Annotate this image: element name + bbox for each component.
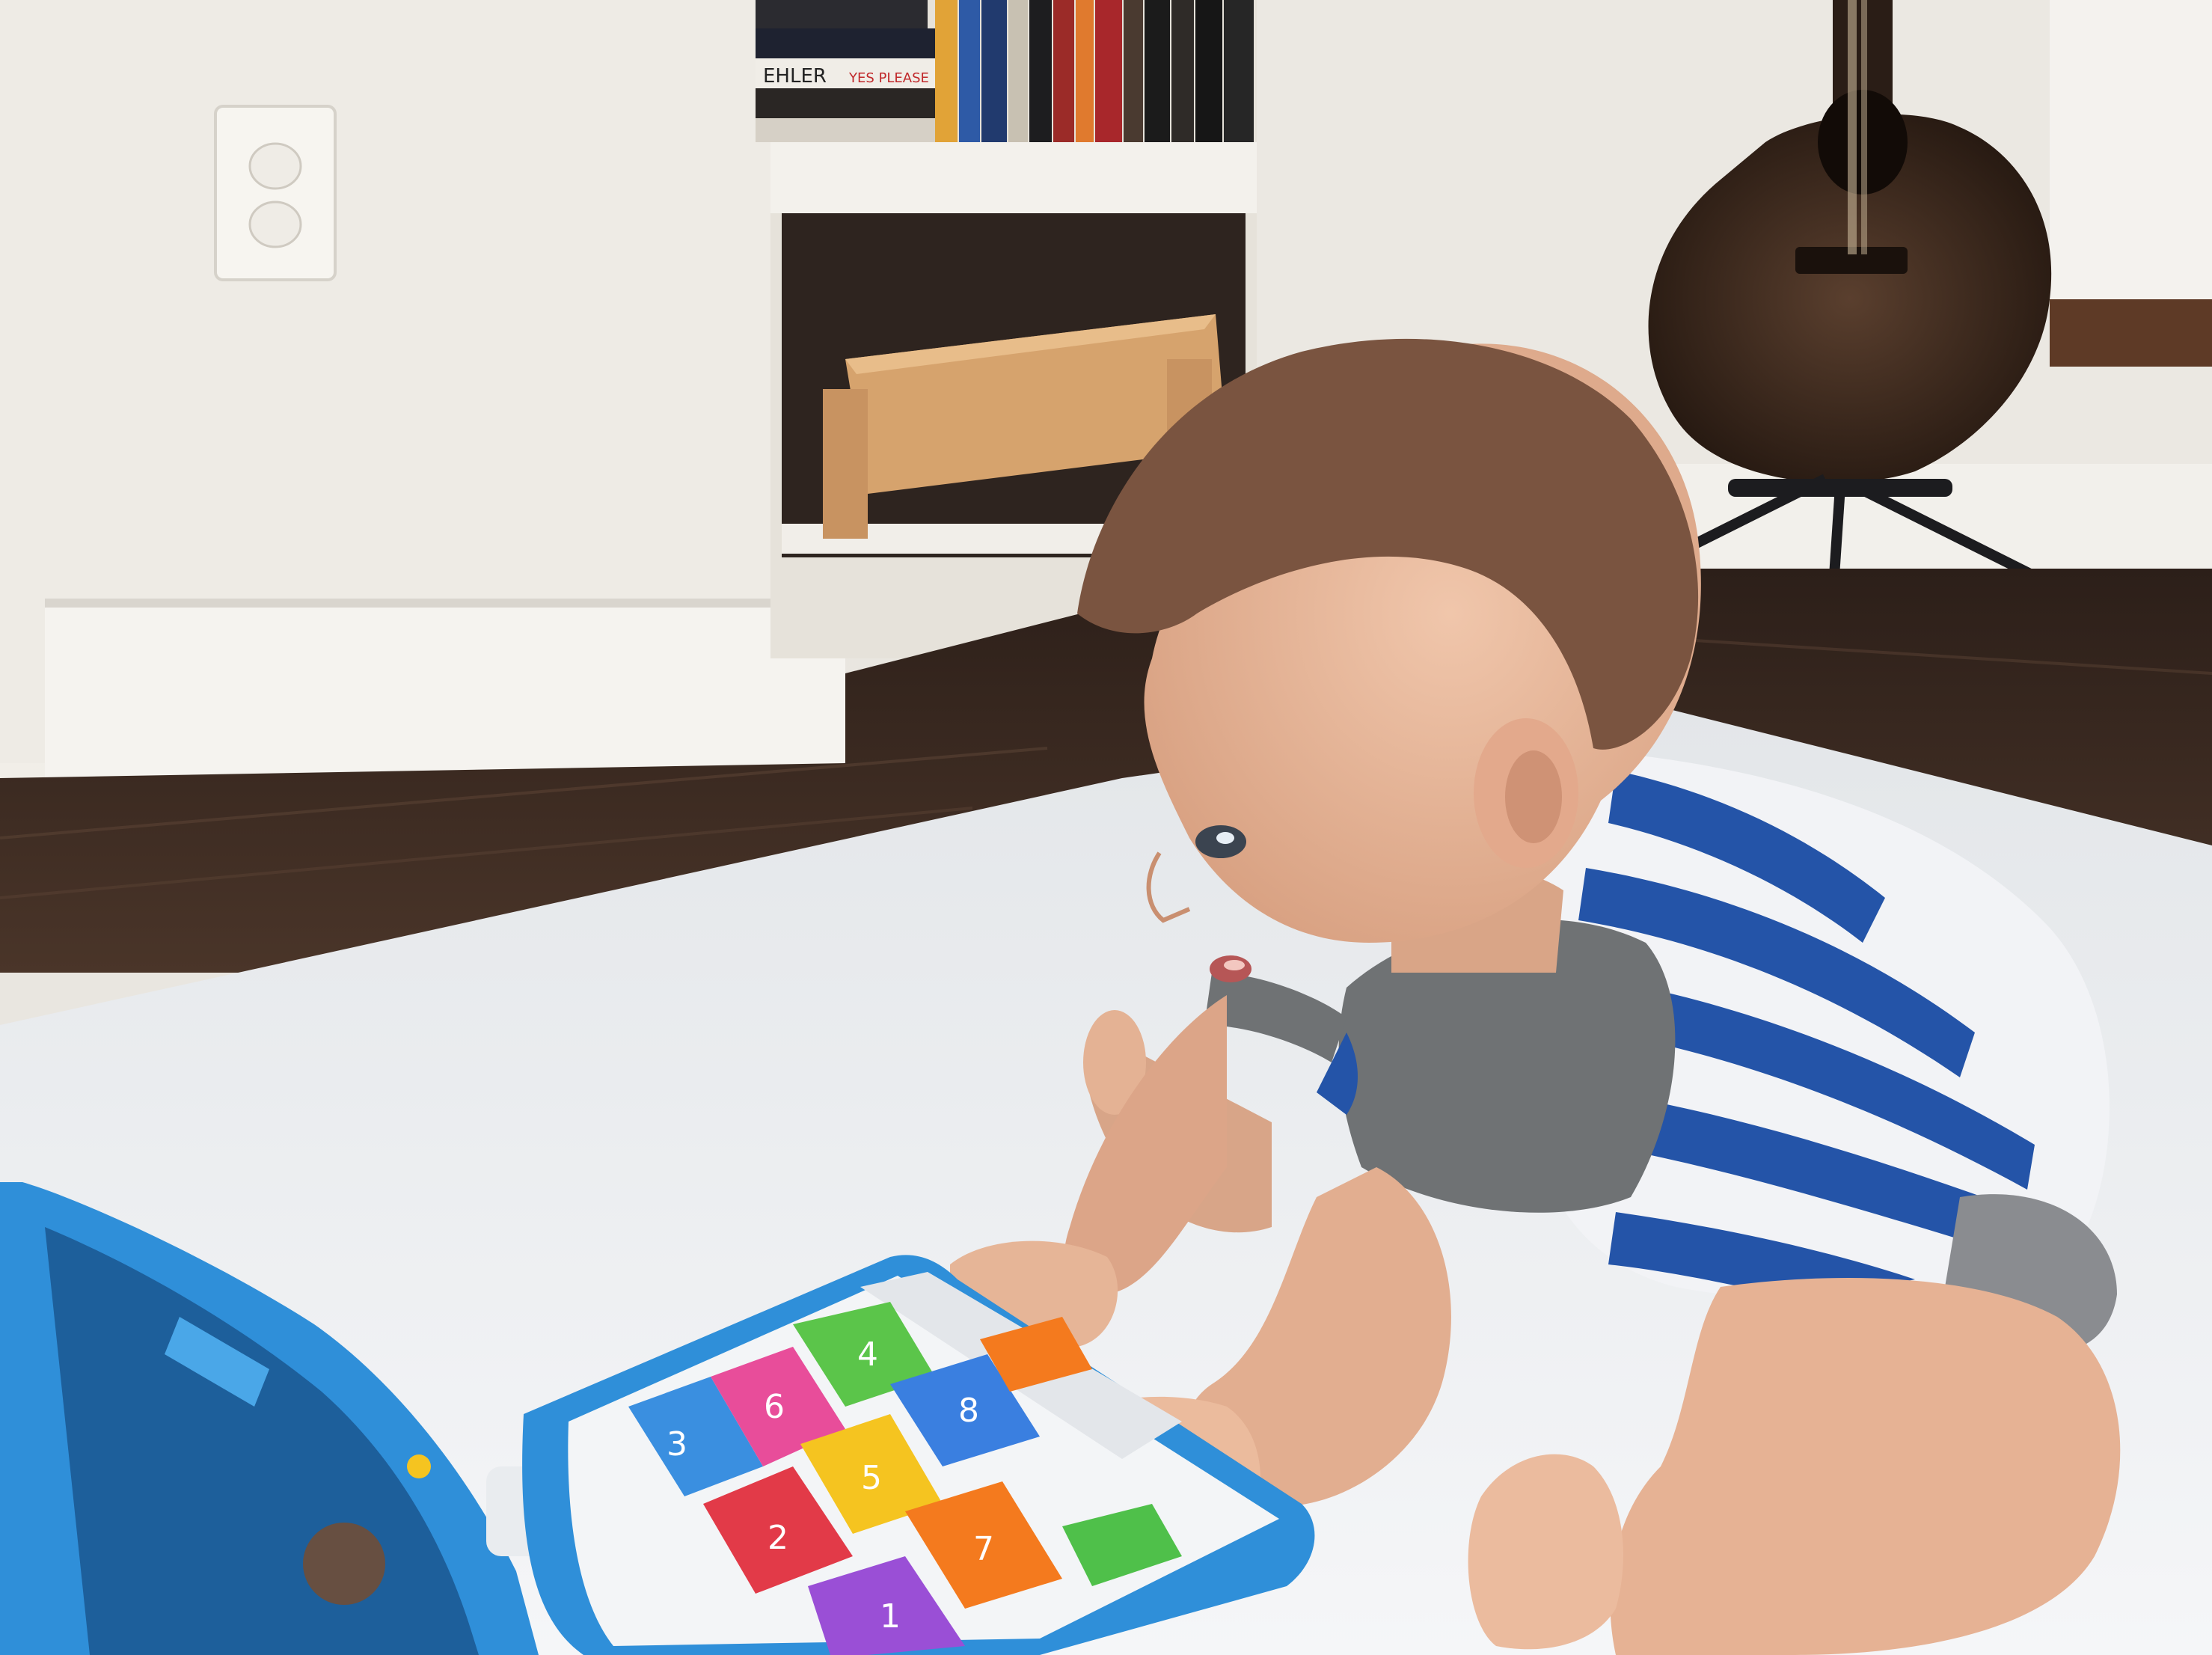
photo-illustration: EHLER YES PLEASE 3 6 4 8 5 2 7 1 bbox=[0, 0, 2212, 1655]
key-red-heart-glyph: 2 bbox=[768, 1519, 788, 1557]
book-spine-text-1: EHLER bbox=[763, 65, 827, 88]
key-blue-3-glyph: 3 bbox=[667, 1425, 687, 1463]
desk-edge bbox=[2050, 0, 2212, 307]
baby-foot bbox=[1468, 1454, 1623, 1650]
key-blue-8-glyph: 8 bbox=[958, 1392, 979, 1430]
key-purple-1-glyph: 1 bbox=[880, 1597, 901, 1636]
book-spine-text-2: YES PLEASE bbox=[848, 70, 929, 86]
key-green-house-glyph: 4 bbox=[857, 1336, 878, 1374]
key-pink-6-glyph: 6 bbox=[764, 1388, 785, 1426]
key-orange-square-glyph: 7 bbox=[973, 1530, 994, 1568]
key-yellow-star-glyph: 5 bbox=[861, 1459, 882, 1497]
wall-outlet bbox=[214, 105, 337, 281]
photo-scene: EHLER YES PLEASE 3 6 4 8 5 2 7 1 bbox=[0, 0, 2212, 1655]
